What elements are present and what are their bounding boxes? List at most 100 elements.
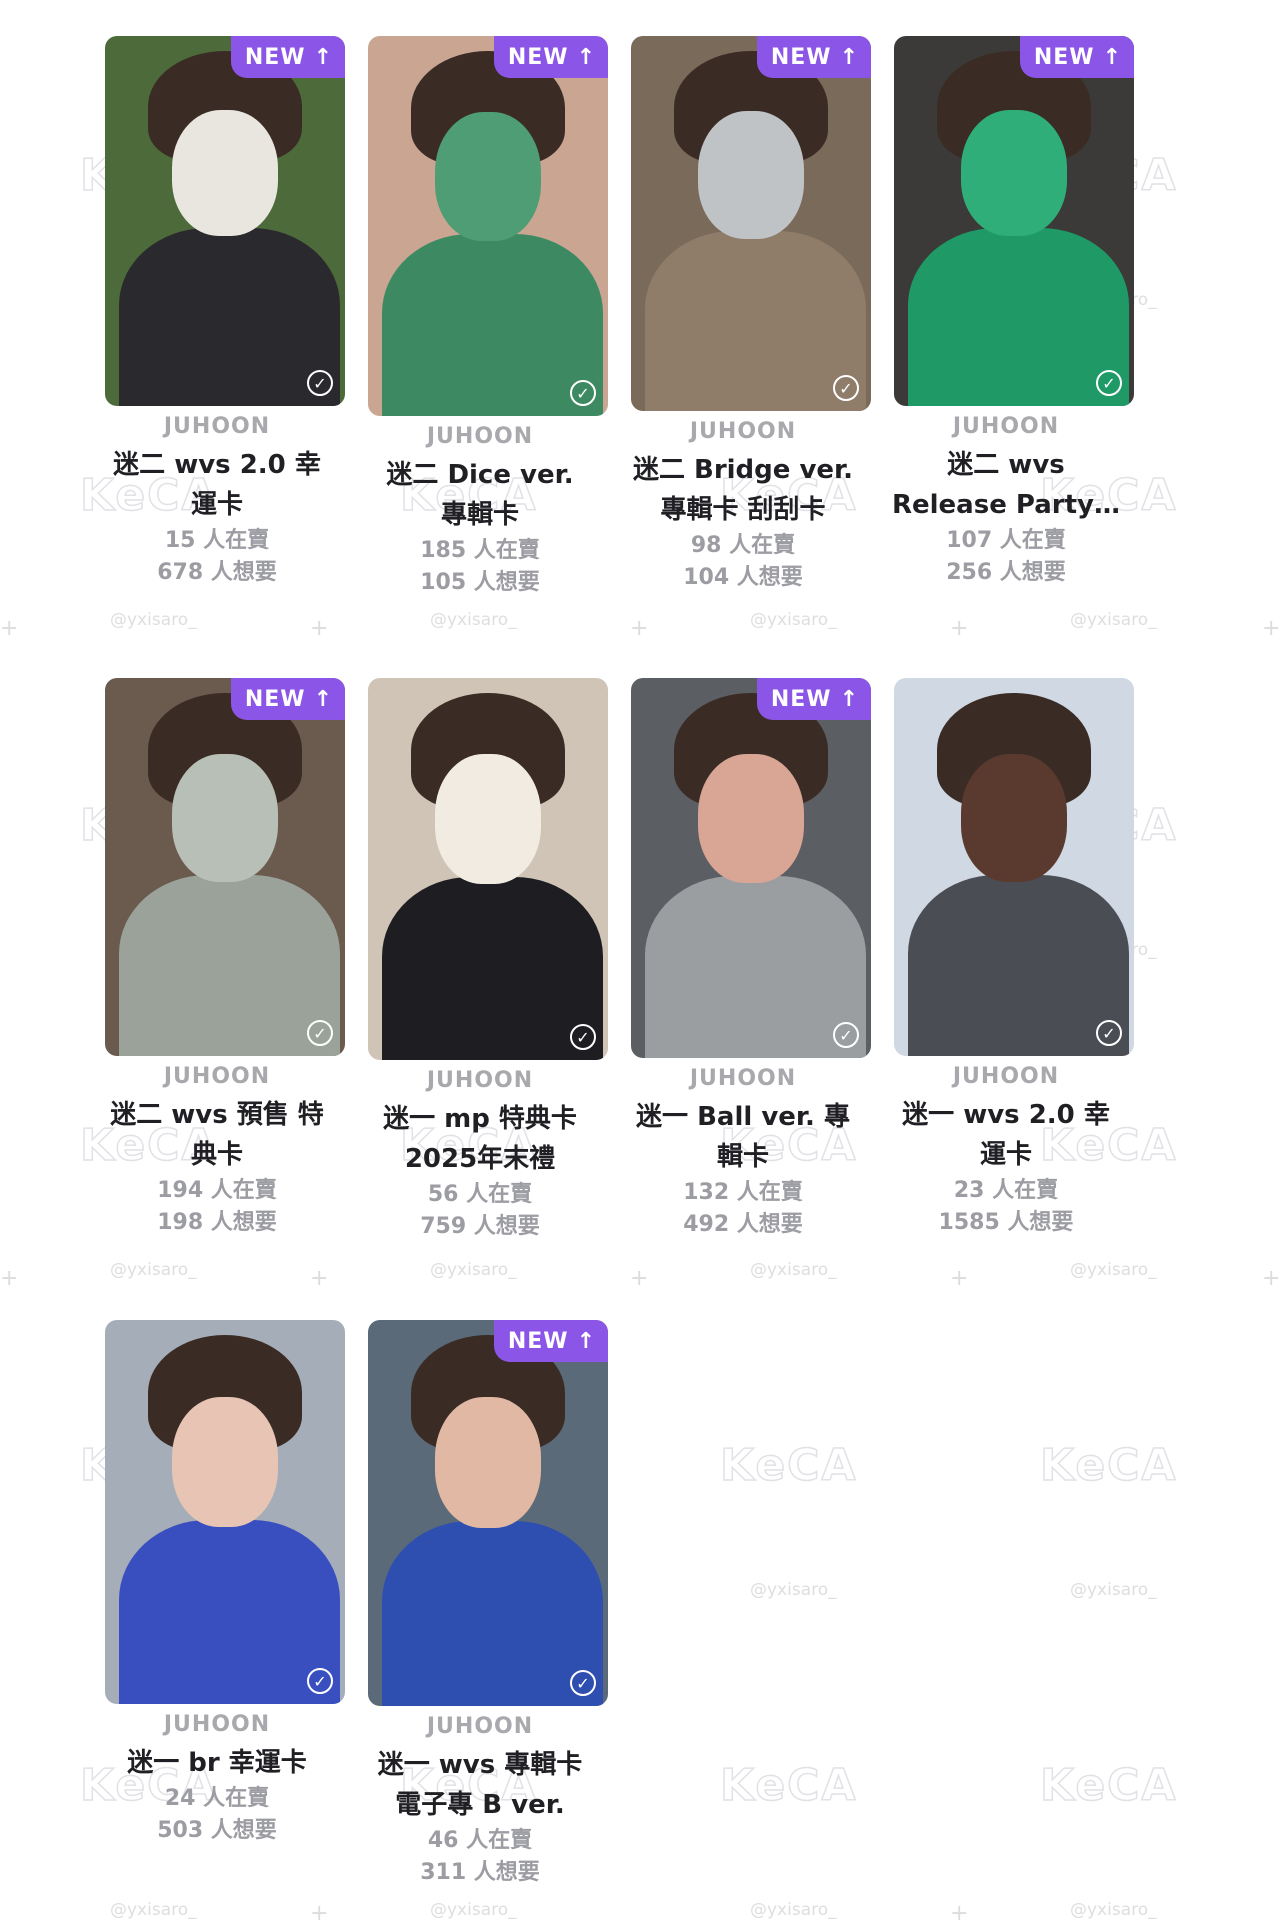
photo-face-shape <box>698 754 804 884</box>
photocard-item[interactable]: ✓ JUHOON 迷一 wvs 2.0 幸運卡 23 人在賣 1585 人想要 <box>874 678 1138 1316</box>
artist-name: JUHOON <box>426 1714 534 1739</box>
photocard-title-line2[interactable]: 典卡 <box>85 1135 349 1175</box>
photocard-info: JUHOON 迷二 wvs 2.0 幸運卡 15 人在賣 678 人想要 <box>85 414 349 589</box>
photocard-image[interactable]: NEW ↑ ✓ <box>894 36 1134 406</box>
arrow-up-icon: ↑ <box>839 44 859 70</box>
photocard-item[interactable]: NEW ↑ ✓ JUHOON 迷二 wvs Release Party… 107 人在賣 25… <box>874 36 1138 666</box>
selling-count: 46 人在賣 <box>427 1828 533 1853</box>
photo-face-shape <box>435 754 541 885</box>
arrow-up-icon: ↑ <box>313 44 333 70</box>
photo-face-shape <box>172 1396 278 1528</box>
photo-face-shape <box>435 112 541 242</box>
new-badge: NEW ↑ <box>756 36 871 78</box>
arrow-up-icon: ↑ <box>313 686 333 712</box>
wanting-count: 503 人想要 <box>157 1818 277 1843</box>
photocard-title-line2[interactable]: Release Party… <box>874 485 1138 525</box>
photo-face-shape <box>698 111 804 239</box>
check-circle-icon[interactable]: ✓ <box>570 380 596 406</box>
photocard-title[interactable]: 迷二 wvs 預售 特 <box>85 1095 349 1135</box>
new-badge-label: NEW <box>1033 44 1095 70</box>
check-circle-icon[interactable]: ✓ <box>833 375 859 401</box>
check-circle-icon[interactable]: ✓ <box>570 1024 596 1050</box>
photocard-title[interactable]: 迷二 wvs <box>874 445 1138 485</box>
photocard-info: JUHOON 迷一 br 幸運卡 24 人在賣 503 人想要 <box>85 1712 349 1847</box>
photocard-title-line2[interactable]: 專輯卡 <box>348 495 612 535</box>
photocard-image[interactable]: ✓ <box>894 678 1134 1056</box>
photocard-info: JUHOON 迷二 wvs Release Party… 107 人在賣 256 人想要 <box>874 414 1138 589</box>
wanting-count: 492 人想要 <box>683 1212 803 1237</box>
photocard-item[interactable]: NEW ↑ ✓ JUHOON 迷一 Ball ver. 專輯卡 132 人在賣 492 人想… <box>611 678 875 1318</box>
new-badge-label: NEW <box>507 44 569 70</box>
photocard-info: JUHOON 迷一 wvs 專輯卡 電子專 B ver. 46 人在賣 311 人想要 <box>348 1714 612 1889</box>
new-badge: NEW ↑ <box>1019 36 1134 78</box>
photocard-image[interactable]: NEW ↑ ✓ <box>368 1320 608 1706</box>
selling-count: 15 人在賣 <box>164 528 270 553</box>
new-badge-label: NEW <box>244 686 306 712</box>
wanting-count: 256 人想要 <box>946 560 1066 585</box>
photocard-item[interactable]: ✓ JUHOON 迷一 mp 特典卡 2025年末禮 56 人在賣 759 人想要 <box>348 678 612 1320</box>
photocard-title-line2[interactable]: 專輯卡 刮刮卡 <box>611 490 875 530</box>
check-circle-icon[interactable]: ✓ <box>570 1670 596 1696</box>
photocard-grid: NEW ↑ ✓ JUHOON 迷二 wvs 2.0 幸運卡 15 人在賣 678 人想要 NE… <box>0 0 1282 1920</box>
photocard-item[interactable]: NEW ↑ ✓ JUHOON 迷二 Dice ver. 專輯卡 185 人在賣 105 人想要 <box>348 36 612 676</box>
photocard-title[interactable]: 迷一 wvs 2.0 幸 <box>874 1095 1138 1135</box>
selling-count: 107 人在賣 <box>946 528 1066 553</box>
photocard-item[interactable]: NEW ↑ ✓ JUHOON 迷二 Bridge ver. 專輯卡 刮刮卡 98 人在賣 10… <box>611 36 875 671</box>
photo-face-shape <box>961 110 1067 236</box>
photocard-title-line2[interactable]: 運卡 <box>85 485 349 525</box>
photocard-image[interactable]: NEW ↑ ✓ <box>105 36 345 406</box>
photocard-image[interactable]: NEW ↑ ✓ <box>631 36 871 411</box>
new-badge-label: NEW <box>770 44 832 70</box>
selling-count: 23 人在賣 <box>953 1178 1059 1203</box>
arrow-up-icon: ↑ <box>576 44 596 70</box>
artist-name: JUHOON <box>426 424 534 449</box>
new-badge: NEW ↑ <box>756 678 871 720</box>
photocard-title-line2[interactable]: 運卡 <box>874 1135 1138 1175</box>
photocard-item[interactable]: ✓ JUHOON 迷一 br 幸運卡 24 人在賣 503 人想要 <box>85 1320 349 1920</box>
artist-name: JUHOON <box>689 1066 797 1091</box>
photocard-title[interactable]: 迷一 br 幸運卡 <box>85 1743 349 1783</box>
photocard-title-line2[interactable]: 輯卡 <box>611 1137 875 1177</box>
selling-count: 56 人在賣 <box>427 1182 533 1207</box>
photocard-title[interactable]: 迷二 Dice ver. <box>348 455 612 495</box>
photocard-title[interactable]: 迷二 wvs 2.0 幸 <box>85 445 349 485</box>
wanting-count: 759 人想要 <box>420 1214 540 1239</box>
new-badge-label: NEW <box>770 686 832 712</box>
selling-count: 132 人在賣 <box>683 1180 803 1205</box>
photocard-title-line2[interactable]: 電子專 B ver. <box>348 1785 612 1825</box>
new-badge-label: NEW <box>507 1328 569 1354</box>
artist-name: JUHOON <box>163 1064 271 1089</box>
wanting-count: 678 人想要 <box>157 560 277 585</box>
photocard-image[interactable]: ✓ <box>368 678 608 1060</box>
photocard-info: JUHOON 迷一 Ball ver. 專輯卡 132 人在賣 492 人想要 <box>611 1066 875 1241</box>
check-circle-icon[interactable]: ✓ <box>1096 370 1122 396</box>
photocard-info: JUHOON 迷二 Dice ver. 專輯卡 185 人在賣 105 人想要 <box>348 424 612 599</box>
photocard-info: JUHOON 迷一 wvs 2.0 幸運卡 23 人在賣 1585 人想要 <box>874 1064 1138 1239</box>
photo-face-shape <box>172 753 278 883</box>
photocard-image[interactable]: NEW ↑ ✓ <box>631 678 871 1058</box>
selling-count: 98 人在賣 <box>690 533 796 558</box>
photocard-title[interactable]: 迷二 Bridge ver. <box>611 450 875 490</box>
photocard-image[interactable]: NEW ↑ ✓ <box>368 36 608 416</box>
photocard-item[interactable]: NEW ↑ ✓ JUHOON 迷二 wvs 2.0 幸運卡 15 人在賣 678 人想要 <box>85 36 349 666</box>
artist-name: JUHOON <box>163 414 271 439</box>
photo-face-shape <box>961 753 1067 883</box>
photo-face-shape <box>172 110 278 236</box>
photocard-item[interactable]: NEW ↑ ✓ JUHOON 迷一 wvs 專輯卡 電子專 B ver. 46 人在賣 311… <box>348 1320 612 1920</box>
check-circle-icon[interactable]: ✓ <box>833 1022 859 1048</box>
check-circle-icon[interactable]: ✓ <box>1096 1020 1122 1046</box>
artist-name: JUHOON <box>952 1064 1060 1089</box>
photocard-item[interactable]: NEW ↑ ✓ JUHOON 迷二 wvs 預售 特典卡 194 人在賣 198 人想要 <box>85 678 349 1316</box>
wanting-count: 104 人想要 <box>683 565 803 590</box>
artist-name: JUHOON <box>689 419 797 444</box>
photocard-image[interactable]: ✓ <box>105 1320 345 1704</box>
check-circle-icon[interactable]: ✓ <box>307 1020 333 1046</box>
photocard-title[interactable]: 迷一 mp 特典卡 <box>348 1099 612 1139</box>
photocard-image[interactable]: NEW ↑ ✓ <box>105 678 345 1056</box>
check-circle-icon[interactable]: ✓ <box>307 1668 333 1694</box>
photocard-title-line2[interactable]: 2025年末禮 <box>348 1139 612 1179</box>
photocard-title[interactable]: 迷一 Ball ver. 專 <box>611 1097 875 1137</box>
selling-count: 24 人在賣 <box>164 1786 270 1811</box>
photocard-title[interactable]: 迷一 wvs 專輯卡 <box>348 1745 612 1785</box>
check-circle-icon[interactable]: ✓ <box>307 370 333 396</box>
